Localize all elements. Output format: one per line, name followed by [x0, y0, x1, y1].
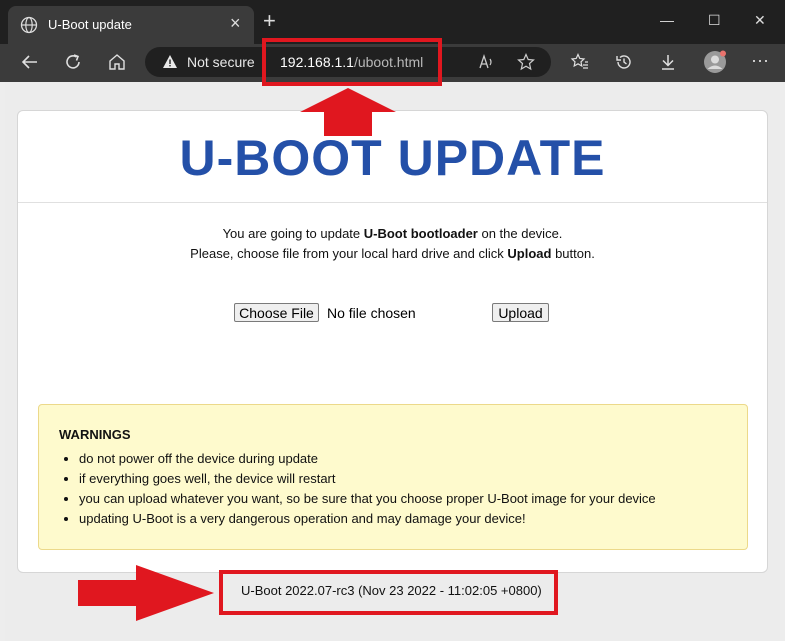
warning-item: do not power off the device during updat… [79, 449, 656, 469]
tab-title: U-Boot update [48, 17, 132, 32]
refresh-icon[interactable] [63, 52, 83, 77]
back-icon[interactable] [20, 52, 40, 77]
warning-icon[interactable] [162, 54, 178, 75]
warning-item: if everything goes well, the device will… [79, 469, 656, 489]
update-card: U-BOOT UPDATE You are going to update U-… [17, 110, 768, 573]
warnings-title: WARNINGS [59, 427, 131, 442]
window-close-button[interactable]: ✕ [754, 12, 766, 29]
maximize-button[interactable]: ☐ [708, 12, 721, 29]
right-arrow-annotation [78, 565, 214, 621]
description-line-2: Please, choose file from your local hard… [190, 246, 595, 261]
description-line-1: You are going to update U-Boot bootloade… [222, 226, 563, 241]
warnings-box: WARNINGS do not power off the device dur… [38, 404, 748, 550]
read-aloud-icon[interactable] [477, 53, 495, 76]
header-divider [18, 202, 767, 203]
history-icon[interactable] [614, 52, 634, 77]
warnings-list: do not power off the device during updat… [59, 449, 656, 529]
new-tab-button[interactable]: + [263, 8, 276, 34]
url-highlight-box [262, 38, 442, 86]
browser-tab[interactable]: U-Boot update × [8, 6, 254, 44]
upload-button[interactable]: Upload [492, 303, 549, 322]
no-file-text: No file chosen [327, 305, 416, 321]
warning-item: you can upload whatever you want, so be … [79, 489, 656, 509]
star-icon[interactable] [517, 53, 535, 76]
more-icon[interactable]: ··· [751, 50, 769, 71]
globe-icon [20, 16, 38, 39]
page-content: U-BOOT UPDATE You are going to update U-… [5, 82, 780, 641]
choose-file-button[interactable]: Choose File [234, 303, 319, 322]
home-icon[interactable] [107, 52, 127, 77]
version-highlight-box [219, 570, 558, 615]
close-icon[interactable]: × [230, 14, 241, 32]
not-secure-label[interactable]: Not secure [187, 54, 255, 70]
avatar[interactable] [703, 50, 727, 79]
download-icon[interactable] [658, 52, 678, 77]
up-arrow-annotation [300, 88, 396, 136]
minimize-button[interactable]: — [660, 12, 674, 28]
warning-item: updating U-Boot is a very dangerous oper… [79, 509, 656, 529]
description: You are going to update U-Boot bootloade… [18, 224, 767, 264]
favorites-icon[interactable] [570, 52, 590, 77]
